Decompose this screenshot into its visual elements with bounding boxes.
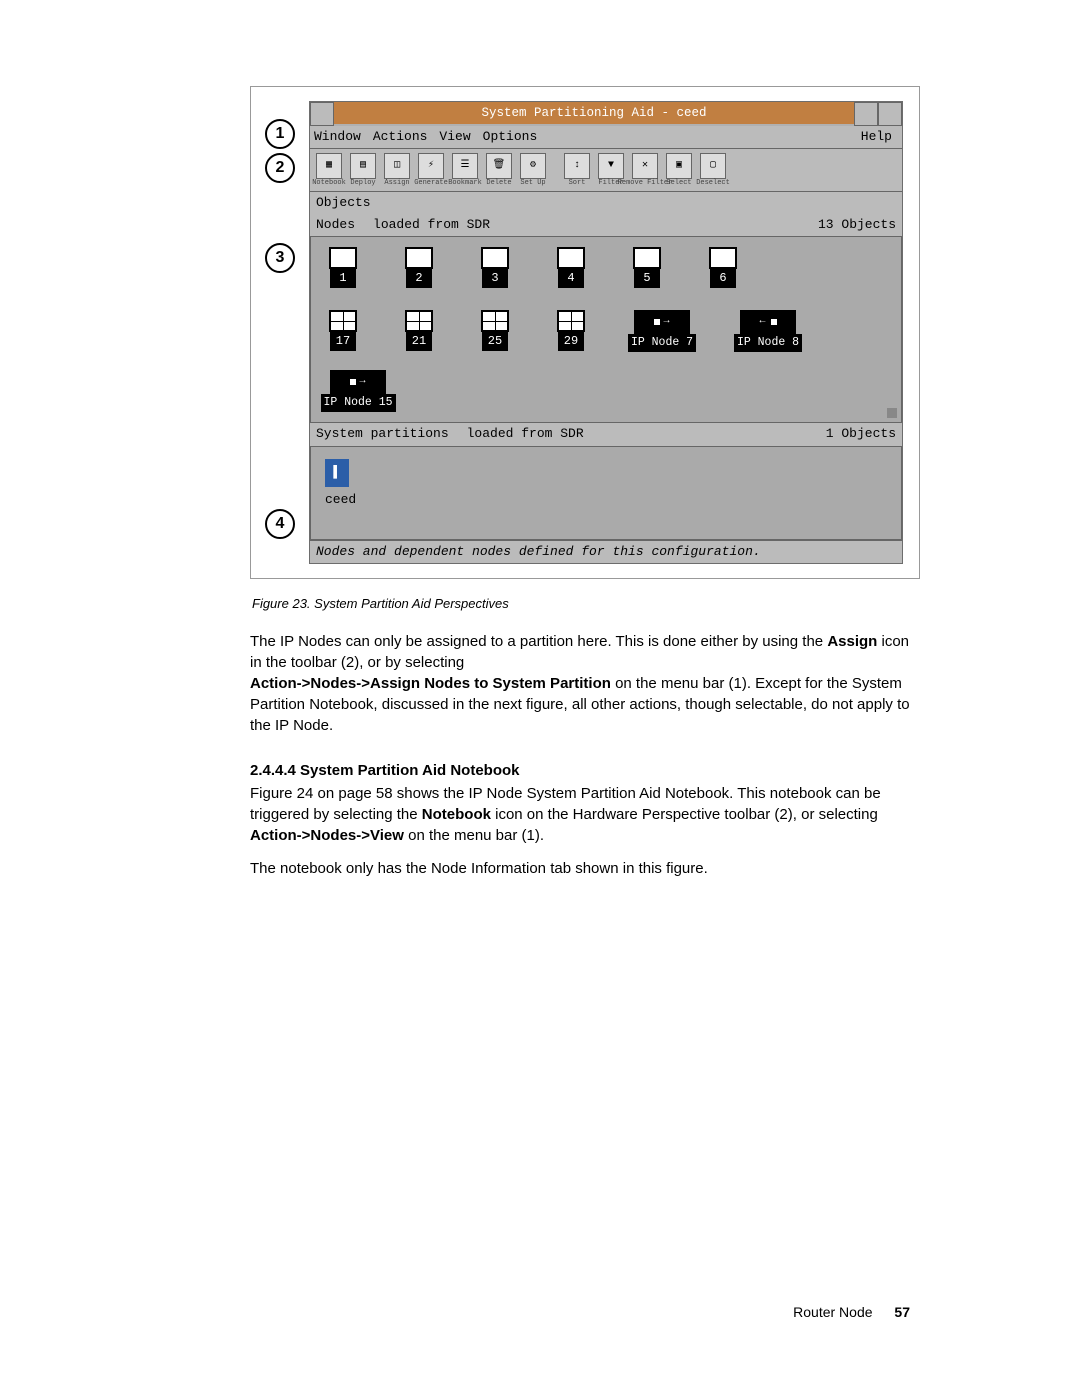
- node-17[interactable]: 17: [321, 310, 365, 352]
- partition-label: ceed: [325, 491, 356, 509]
- node-icon: [709, 247, 737, 269]
- deselect-icon: ▢: [700, 153, 726, 179]
- tool-delete[interactable]: 🗑Delete: [484, 153, 514, 187]
- callouts: 1 2 3 4: [265, 101, 295, 564]
- filter-icon: ▼: [598, 153, 624, 179]
- page-footer: Router Node 57: [793, 1303, 910, 1323]
- page-number: 57: [894, 1304, 910, 1320]
- generate-icon: ⚡: [418, 153, 444, 179]
- node-icon: [481, 310, 509, 332]
- callout-4: 4: [265, 509, 295, 539]
- tool-deploy[interactable]: ▤Deploy: [348, 153, 378, 187]
- paragraph-1: The IP Nodes can only be assigned to a p…: [250, 631, 920, 673]
- partition-ceed[interactable]: ▌ ceed: [325, 459, 356, 509]
- select-icon: ▣: [666, 153, 692, 179]
- paragraph-4: The notebook only has the Node Informati…: [250, 858, 920, 879]
- node-2[interactable]: 2: [397, 247, 441, 288]
- figure-caption: Figure 23. System Partition Aid Perspect…: [252, 595, 920, 613]
- bookmark-icon: ☰: [452, 153, 478, 179]
- setup-icon: ⚙: [520, 153, 546, 179]
- nodes-header: Nodes loaded from SDR 13 Objects: [310, 214, 902, 236]
- node-6[interactable]: 6: [701, 247, 745, 288]
- menu-window[interactable]: Window: [314, 128, 361, 146]
- nodes-pane: 1 2 3 4 5 6 17 21 25 29 IP Node 7 IP Nod…: [310, 236, 902, 423]
- tool-assign[interactable]: ◫Assign: [382, 153, 412, 187]
- node-3[interactable]: 3: [473, 247, 517, 288]
- tool-sort[interactable]: ↕Sort: [562, 153, 592, 187]
- objects-label: Objects: [310, 192, 902, 214]
- node-icon: [633, 247, 661, 269]
- tool-generate[interactable]: ⚡Generate: [416, 153, 446, 187]
- node-icon: [557, 310, 585, 332]
- window-title: System Partitioning Aid - ceed: [334, 102, 854, 124]
- paragraph-3: Figure 24 on page 58 shows the IP Node S…: [250, 783, 920, 846]
- node-25[interactable]: 25: [473, 310, 517, 352]
- tool-remove-filter[interactable]: ✕Remove Filter: [630, 153, 660, 187]
- partitions-pane: ▌ ceed: [310, 446, 902, 540]
- menu-view[interactable]: View: [439, 128, 470, 146]
- partitions-header: System partitions loaded from SDR 1 Obje…: [310, 423, 902, 445]
- node-icon: [405, 310, 433, 332]
- ip-node-8[interactable]: IP Node 8: [731, 310, 805, 352]
- body-text: The IP Nodes can only be assigned to a p…: [250, 631, 920, 879]
- menu-options[interactable]: Options: [483, 128, 538, 146]
- ip-node-icon: [740, 310, 796, 334]
- tool-deselect[interactable]: ▢Deselect: [698, 153, 728, 187]
- node-icon: [329, 247, 357, 269]
- window-menu-icon[interactable]: [310, 102, 334, 126]
- ip-node-15[interactable]: IP Node 15: [321, 370, 395, 412]
- app-window: System Partitioning Aid - ceed Window Ac…: [309, 101, 903, 564]
- ip-node-7[interactable]: IP Node 7: [625, 310, 699, 352]
- node-4[interactable]: 4: [549, 247, 593, 288]
- section-heading: 2.4.4.4 System Partition Aid Notebook: [250, 760, 920, 781]
- callout-2: 2: [265, 153, 295, 183]
- remove-filter-icon: ✕: [632, 153, 658, 179]
- nodes-header-right: 13 Objects: [818, 216, 896, 234]
- node-5[interactable]: 5: [625, 247, 669, 288]
- node-icon: [329, 310, 357, 332]
- nodes-header-mid: loaded from SDR: [373, 216, 818, 234]
- menu-actions[interactable]: Actions: [373, 128, 428, 146]
- minimize-icon[interactable]: [854, 102, 878, 126]
- partitions-header-mid: loaded from SDR: [467, 425, 826, 443]
- node-icon: [481, 247, 509, 269]
- paragraph-2: Action->Nodes->Assign Nodes to System Pa…: [250, 673, 920, 736]
- sort-icon: ↕: [564, 153, 590, 179]
- tool-bookmark[interactable]: ☰Bookmark: [450, 153, 480, 187]
- node-21[interactable]: 21: [397, 310, 441, 352]
- tool-setup[interactable]: ⚙Set Up: [518, 153, 548, 187]
- toolbar: ▦Notebook ▤Deploy ◫Assign ⚡Generate ☰Boo…: [310, 149, 902, 192]
- node-icon: [405, 247, 433, 269]
- footer-label: Router Node: [793, 1304, 872, 1320]
- node-1[interactable]: 1: [321, 247, 365, 288]
- notebook-icon: ▦: [316, 153, 342, 179]
- nodes-header-left: Nodes: [316, 216, 355, 234]
- figure-box: 1 2 3 4 System Partitioning Aid - ceed W…: [250, 86, 920, 579]
- titlebar: System Partitioning Aid - ceed: [310, 102, 902, 126]
- status-bar: Nodes and dependent nodes defined for th…: [310, 540, 902, 563]
- callout-1: 1: [265, 119, 295, 149]
- callout-3: 3: [265, 243, 295, 273]
- delete-icon: 🗑: [486, 153, 512, 179]
- ip-node-icon: [330, 370, 386, 394]
- node-icon: [557, 247, 585, 269]
- maximize-icon[interactable]: [878, 102, 902, 126]
- partitions-header-right: 1 Objects: [826, 425, 896, 443]
- partition-icon: ▌: [325, 459, 349, 487]
- tool-select[interactable]: ▣Select: [664, 153, 694, 187]
- menubar: Window Actions View Options Help: [310, 126, 902, 149]
- assign-icon: ◫: [384, 153, 410, 179]
- ip-node-icon: [634, 310, 690, 334]
- partitions-header-left: System partitions: [316, 425, 449, 443]
- deploy-icon: ▤: [350, 153, 376, 179]
- node-29[interactable]: 29: [549, 310, 593, 352]
- tool-notebook[interactable]: ▦Notebook: [314, 153, 344, 187]
- menu-help[interactable]: Help: [861, 128, 892, 146]
- scroll-indicator-icon: [887, 408, 897, 418]
